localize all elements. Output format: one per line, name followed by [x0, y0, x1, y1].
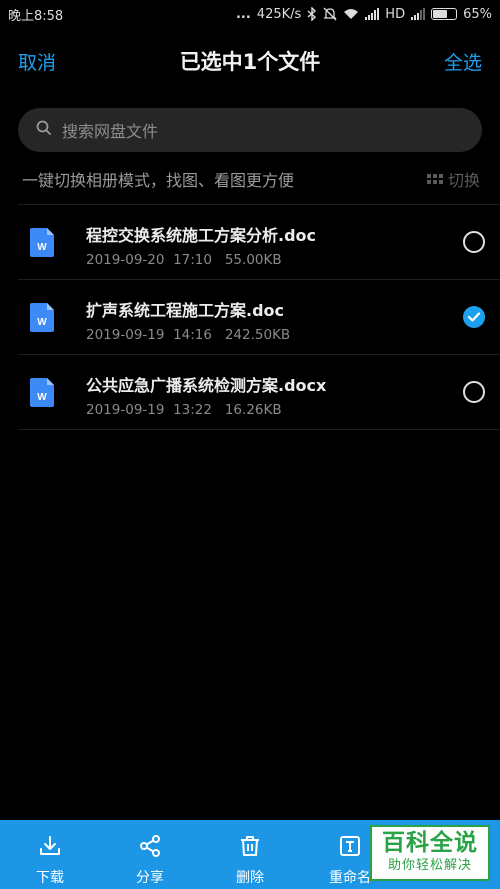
file-info: 扩声系统工程施工方案.doc 2019-09-19 14:16 242.50KB — [86, 297, 290, 343]
file-name: 扩声系统工程施工方案.doc — [86, 301, 285, 320]
file-time: 13:22 — [173, 402, 212, 418]
select-checkbox[interactable] — [463, 231, 485, 253]
file-meta: 2019-09-19 14:16 242.50KB — [86, 327, 290, 343]
battery-percent: 65% — [463, 6, 492, 22]
status-icons: ... 425K/s HD 65% — [236, 7, 492, 22]
search-icon — [36, 120, 52, 140]
file-date: 2019-09-19 — [86, 402, 165, 418]
grid-icon — [426, 174, 443, 184]
file-meta: 2019-09-19 13:22 16.26KB — [86, 402, 326, 418]
share-icon — [138, 834, 162, 862]
file-name: 程控交换系统施工方案分析.doc — [86, 226, 317, 245]
page-title: 已选中1个文件 — [179, 50, 321, 74]
checkmark-icon — [468, 312, 480, 322]
status-bar: 晚上8:58 ... 425K/s HD 65% — [0, 0, 500, 28]
select-checkbox[interactable] — [463, 381, 485, 403]
switch-mode-button[interactable]: 切换 — [426, 167, 480, 191]
download-icon — [38, 834, 62, 862]
album-mode-tip: 一键切换相册模式，找图、看图更方便 切换 — [22, 166, 480, 192]
file-size: 242.50KB — [224, 327, 291, 343]
signal-icon — [411, 8, 426, 20]
delete-label: 删除 — [236, 870, 264, 886]
download-label: 下载 — [36, 870, 64, 886]
word-doc-icon: W — [30, 303, 54, 332]
file-row[interactable]: W 公共应急广播系统检测方案.docx 2019-09-19 13:22 16.… — [0, 355, 500, 430]
file-name: 公共应急广播系统检测方案.docx — [86, 376, 327, 395]
file-time: 14:16 — [173, 327, 212, 343]
download-button[interactable]: 下载 — [0, 820, 100, 889]
cancel-button[interactable]: 取消 — [18, 48, 56, 75]
search-input[interactable]: 搜索网盘文件 — [18, 108, 482, 152]
switch-label: 切换 — [447, 171, 480, 190]
mute-icon — [323, 7, 337, 21]
delete-button[interactable]: 删除 — [200, 820, 300, 889]
bluetooth-icon — [307, 7, 317, 21]
file-info: 程控交换系统施工方案分析.doc 2019-09-20 17:10 55.00K… — [86, 222, 316, 268]
network-speed: 425K/s — [256, 6, 302, 22]
watermark-sub: 助你轻松解决 — [387, 858, 472, 873]
status-time: 晚上8:58 — [8, 8, 64, 24]
svg-text:W: W — [37, 392, 47, 403]
file-meta: 2019-09-20 17:10 55.00KB — [86, 252, 316, 268]
file-row[interactable]: W 扩声系统工程施工方案.doc 2019-09-19 14:16 242.50… — [0, 280, 500, 355]
watermark-logo: 百科全说 助你轻松解决 — [370, 825, 490, 881]
status-dots: ... — [235, 6, 251, 22]
tip-text: 一键切换相册模式，找图、看图更方便 — [22, 171, 295, 190]
file-size: 55.00KB — [224, 252, 282, 268]
trash-icon — [238, 834, 262, 862]
battery-icon — [431, 8, 458, 20]
rename-label: 重命名 — [329, 870, 371, 886]
selection-header: 取消 已选中1个文件 全选 — [0, 40, 500, 82]
rename-icon — [338, 834, 362, 862]
file-info: 公共应急广播系统检测方案.docx 2019-09-19 13:22 16.26… — [86, 372, 326, 418]
file-size: 16.26KB — [224, 402, 282, 418]
svg-text:W: W — [37, 242, 47, 253]
file-list: W 程控交换系统施工方案分析.doc 2019-09-20 17:10 55.0… — [0, 205, 500, 430]
file-row[interactable]: W 程控交换系统施工方案分析.doc 2019-09-20 17:10 55.0… — [0, 205, 500, 280]
svg-text:W: W — [37, 317, 47, 328]
share-label: 分享 — [136, 870, 164, 886]
word-doc-icon: W — [30, 228, 54, 257]
network-type: HD — [385, 6, 406, 22]
word-doc-icon: W — [30, 378, 54, 407]
signal-icon — [365, 8, 380, 20]
share-button[interactable]: 分享 — [100, 820, 200, 889]
file-time: 17:10 — [173, 252, 212, 268]
select-all-button[interactable]: 全选 — [444, 48, 482, 75]
search-placeholder: 搜索网盘文件 — [62, 122, 159, 141]
file-date: 2019-09-20 — [86, 252, 165, 268]
watermark-main: 百科全说 — [382, 830, 478, 856]
file-date: 2019-09-19 — [86, 327, 165, 343]
select-checkbox-checked[interactable] — [463, 306, 485, 328]
wifi-icon — [343, 8, 359, 20]
